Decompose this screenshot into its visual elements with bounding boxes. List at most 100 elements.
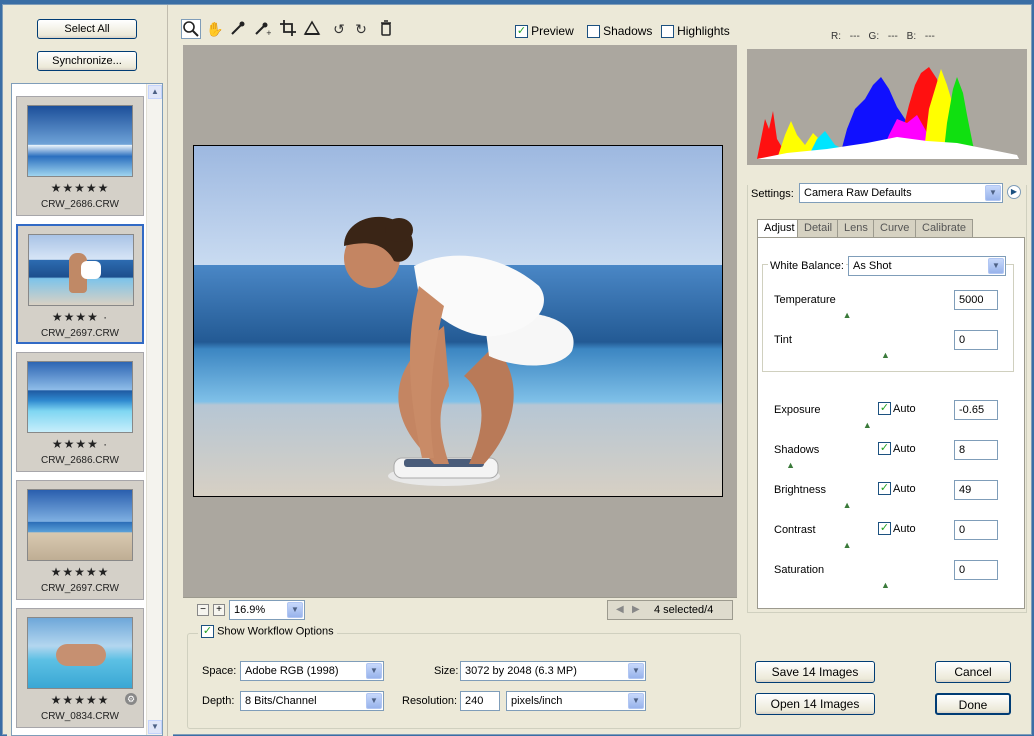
exposure-slider[interactable]: ▲ bbox=[772, 421, 998, 430]
crop-icon[interactable] bbox=[279, 19, 299, 39]
tab-curve[interactable]: Curve bbox=[873, 219, 917, 237]
filmstrip-item[interactable]: ★★★★★ CRW_2697.CRW bbox=[16, 480, 144, 600]
resolution-unit-value: pixels/inch bbox=[511, 695, 563, 707]
chevron-down-icon[interactable]: ▼ bbox=[287, 602, 303, 618]
brightness-slider-thumb[interactable]: ▲ bbox=[843, 501, 852, 510]
show-workflow-checkbox[interactable]: ✓ Show Workflow Options bbox=[198, 625, 337, 638]
file-name: CRW_0834.CRW bbox=[41, 711, 119, 722]
rotate-right-icon[interactable]: ↻ bbox=[351, 19, 371, 39]
settings-tabs: Adjust Detail Lens Curve Calibrate bbox=[757, 219, 1021, 239]
filmstrip-item-selected[interactable]: ★★★★ · CRW_2697.CRW bbox=[16, 224, 144, 344]
show-workflow-check-icon[interactable]: ✓ bbox=[201, 625, 214, 638]
rotate-left-icon[interactable]: ↺ bbox=[329, 19, 349, 39]
highlights-check-box[interactable] bbox=[661, 24, 674, 38]
saturation-label: Saturation bbox=[774, 564, 825, 576]
tab-lens[interactable]: Lens bbox=[837, 219, 875, 237]
white-balance-select[interactable]: As Shot ▼ bbox=[848, 256, 1006, 276]
hand-icon[interactable]: ✋ bbox=[205, 19, 225, 39]
filmstrip-scrollbar[interactable]: ▲ ▼ bbox=[146, 84, 162, 735]
cancel-button[interactable]: Cancel bbox=[935, 661, 1011, 683]
brightness-slider[interactable]: ▲ bbox=[772, 501, 998, 510]
resolution-unit-select[interactable]: pixels/inch ▼ bbox=[506, 691, 646, 711]
contrast-slider-thumb[interactable]: ▲ bbox=[843, 541, 852, 550]
shadows-check-box[interactable] bbox=[587, 24, 600, 38]
filmstrip-list[interactable]: ★★★★★ CRW_2686.CRW ★★★★ · CRW_2697.CRW ★… bbox=[11, 83, 163, 736]
done-button[interactable]: Done bbox=[935, 693, 1011, 715]
zoom-out-button[interactable]: − bbox=[197, 604, 209, 616]
resolution-input[interactable]: 240 bbox=[460, 691, 500, 711]
shadows-slider[interactable]: ▲ bbox=[772, 461, 998, 470]
preview-check-icon[interactable]: ✓ bbox=[515, 24, 528, 38]
next-image-icon[interactable]: ▶ bbox=[632, 604, 640, 615]
trash-icon[interactable] bbox=[377, 19, 397, 39]
chevron-down-icon[interactable]: ▼ bbox=[366, 663, 382, 679]
tab-calibrate[interactable]: Calibrate bbox=[915, 219, 974, 237]
zoom-in-button[interactable]: + bbox=[213, 604, 225, 616]
size-select[interactable]: 3072 by 2048 (6.3 MP) ▼ bbox=[460, 661, 646, 681]
space-select[interactable]: Adobe RGB (1998) ▼ bbox=[240, 661, 384, 681]
brightness-input[interactable]: 49 bbox=[954, 480, 998, 500]
filmstrip-item[interactable]: ★★★★★ CRW_2686.CRW bbox=[16, 96, 144, 216]
rating-stars[interactable]: ★★★★ · bbox=[17, 437, 143, 451]
saturation-slider-thumb[interactable]: ▲ bbox=[881, 581, 890, 590]
contrast-input[interactable]: 0 bbox=[954, 520, 998, 540]
color-sampler-icon[interactable]: + bbox=[253, 19, 273, 39]
contrast-auto-check-icon[interactable]: ✓ bbox=[878, 522, 891, 535]
scroll-down-icon[interactable]: ▼ bbox=[148, 720, 162, 734]
shadows-input[interactable]: 8 bbox=[954, 440, 998, 460]
panel-splitter[interactable] bbox=[167, 5, 173, 736]
saturation-slider[interactable]: ▲ bbox=[772, 581, 998, 590]
straighten-icon[interactable] bbox=[303, 19, 323, 39]
zoom-icon[interactable] bbox=[181, 19, 201, 39]
saturation-input[interactable]: 0 bbox=[954, 560, 998, 580]
chevron-down-icon[interactable]: ▼ bbox=[988, 258, 1004, 274]
settings-select[interactable]: Camera Raw Defaults ▼ bbox=[799, 183, 1003, 203]
chevron-down-icon[interactable]: ▼ bbox=[366, 693, 382, 709]
depth-select[interactable]: 8 Bits/Channel ▼ bbox=[240, 691, 384, 711]
shadows-auto-checkbox[interactable]: ✓ Auto bbox=[878, 442, 916, 455]
chevron-down-icon[interactable]: ▼ bbox=[985, 185, 1001, 201]
temperature-slider-thumb[interactable]: ▲ bbox=[843, 311, 852, 320]
shadows-auto-check-icon[interactable]: ✓ bbox=[878, 442, 891, 455]
save-images-button[interactable]: Save 14 Images bbox=[755, 661, 875, 683]
exposure-auto-check-icon[interactable]: ✓ bbox=[878, 402, 891, 415]
tint-input[interactable]: 0 bbox=[954, 330, 998, 350]
tab-adjust[interactable]: Adjust bbox=[757, 219, 802, 239]
brightness-auto-check-icon[interactable]: ✓ bbox=[878, 482, 891, 495]
settings-menu-icon[interactable]: ▶ bbox=[1007, 185, 1021, 199]
shadows-slider-thumb[interactable]: ▲ bbox=[786, 461, 795, 470]
filmstrip-item[interactable]: ★★★★ · CRW_2686.CRW bbox=[16, 352, 144, 472]
previous-image-icon[interactable]: ◀ bbox=[616, 604, 624, 615]
settings-badge-icon: ⚙ bbox=[125, 693, 137, 705]
chevron-down-icon[interactable]: ▼ bbox=[628, 663, 644, 679]
synchronize-button[interactable]: Synchronize... bbox=[37, 51, 137, 71]
zoom-level-select[interactable]: 16.9% ▼ bbox=[229, 600, 305, 620]
exposure-slider-thumb[interactable]: ▲ bbox=[863, 421, 872, 430]
exposure-input[interactable]: -0.65 bbox=[954, 400, 998, 420]
exposure-auto-checkbox[interactable]: ✓ Auto bbox=[878, 402, 916, 415]
chevron-down-icon[interactable]: ▼ bbox=[628, 693, 644, 709]
space-value: Adobe RGB (1998) bbox=[245, 665, 339, 677]
contrast-auto-checkbox[interactable]: ✓ Auto bbox=[878, 522, 916, 535]
highlights-checkbox[interactable]: Highlights bbox=[661, 24, 730, 38]
scroll-up-icon[interactable]: ▲ bbox=[148, 85, 162, 99]
preview-area[interactable] bbox=[183, 45, 737, 597]
shadows-label: Shadows bbox=[603, 24, 653, 38]
preview-checkbox[interactable]: ✓ Preview bbox=[515, 24, 574, 38]
rating-stars[interactable]: ★★★★★ bbox=[17, 181, 143, 195]
temperature-input[interactable]: 5000 bbox=[954, 290, 998, 310]
open-images-button[interactable]: Open 14 Images bbox=[755, 693, 875, 715]
tab-detail[interactable]: Detail bbox=[797, 219, 840, 237]
rating-stars[interactable]: ★★★★ · bbox=[18, 310, 142, 324]
contrast-label: Contrast bbox=[774, 524, 816, 536]
eyedropper-icon[interactable] bbox=[229, 19, 249, 39]
contrast-slider[interactable]: ▲ bbox=[772, 541, 998, 550]
select-all-button[interactable]: Select All bbox=[37, 19, 137, 39]
tint-slider-thumb[interactable]: ▲ bbox=[881, 351, 890, 360]
brightness-auto-checkbox[interactable]: ✓ Auto bbox=[878, 482, 916, 495]
tint-slider[interactable]: ▲ bbox=[772, 351, 998, 360]
rating-stars[interactable]: ★★★★★ bbox=[17, 565, 143, 579]
filmstrip-item[interactable]: ★★★★★ CRW_0834.CRW ⚙ bbox=[16, 608, 144, 728]
shadows-checkbox[interactable]: Shadows bbox=[587, 24, 652, 38]
temperature-slider[interactable]: ▲ bbox=[772, 311, 998, 320]
